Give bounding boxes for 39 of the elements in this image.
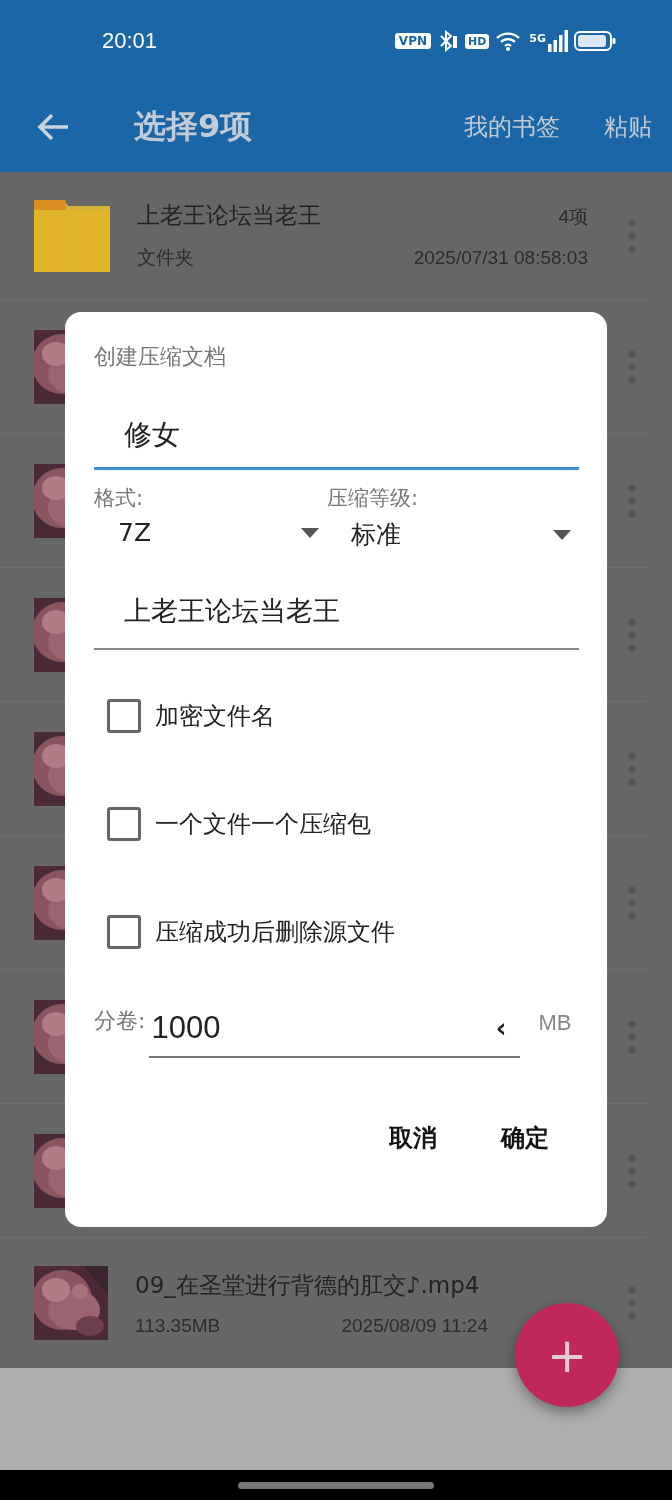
file-name: 09_在圣堂进行背德的肛交♪.mp4 — [135, 1270, 480, 1300]
checkbox[interactable] — [107, 807, 141, 841]
format-dropdown[interactable]: 7Z — [94, 512, 327, 553]
checkbox-label: 一个文件一个压缩包 — [155, 809, 371, 840]
signal-icon — [548, 30, 568, 52]
folder-icon — [34, 199, 110, 272]
volume-label: 分卷: — [94, 1007, 146, 1035]
app-bar-action[interactable]: 我的书签 — [464, 111, 560, 143]
dialog-title: 创建压缩文档 — [94, 343, 227, 371]
level-dropdown[interactable]: 标准 — [327, 512, 579, 557]
checkbox[interactable] — [107, 699, 141, 733]
home-indicator[interactable] — [238, 1481, 434, 1489]
back-icon[interactable] — [36, 112, 70, 142]
checkbox[interactable] — [107, 915, 141, 949]
dialog-button[interactable]: 取消 — [377, 1112, 449, 1164]
app-bar-title: 选择9项 — [134, 106, 254, 147]
battery-icon — [574, 30, 616, 52]
file-type: 文件夹 — [137, 246, 194, 270]
unit-label: MB — [537, 1010, 572, 1037]
status-time: 20:01 — [102, 28, 158, 54]
volume-size-field[interactable]: 1000 ‹ — [149, 1010, 521, 1058]
collapse-glyph[interactable]: ‹ — [495, 1013, 507, 1043]
modified-date: 2025/08/09 11:24 — [341, 1314, 488, 1337]
checkbox-label: 压缩成功后删除源文件 — [155, 917, 395, 948]
vpn-badge: VPN — [394, 33, 431, 49]
modified-date: 2025/07/31 08:58:03 — [413, 247, 588, 269]
network-label: 5G — [529, 32, 546, 45]
checkbox-label: 加密文件名 — [155, 701, 275, 732]
file-name: 上老王论坛当老王 — [137, 201, 321, 230]
hd-badge: HD — [464, 33, 490, 49]
dialog-button[interactable]: 确定 — [489, 1112, 561, 1164]
item-count: 4项 — [558, 205, 588, 229]
level-label: 压缩等级: — [327, 485, 420, 512]
format-label: 格式: — [94, 485, 145, 512]
dropdown-caret-icon — [553, 529, 571, 540]
dropdown-caret-icon — [301, 527, 319, 538]
app-bar-action[interactable]: 粘贴 — [604, 111, 652, 143]
file-size: 113.35MB — [135, 1314, 221, 1337]
add-button[interactable]: + — [515, 1303, 619, 1407]
